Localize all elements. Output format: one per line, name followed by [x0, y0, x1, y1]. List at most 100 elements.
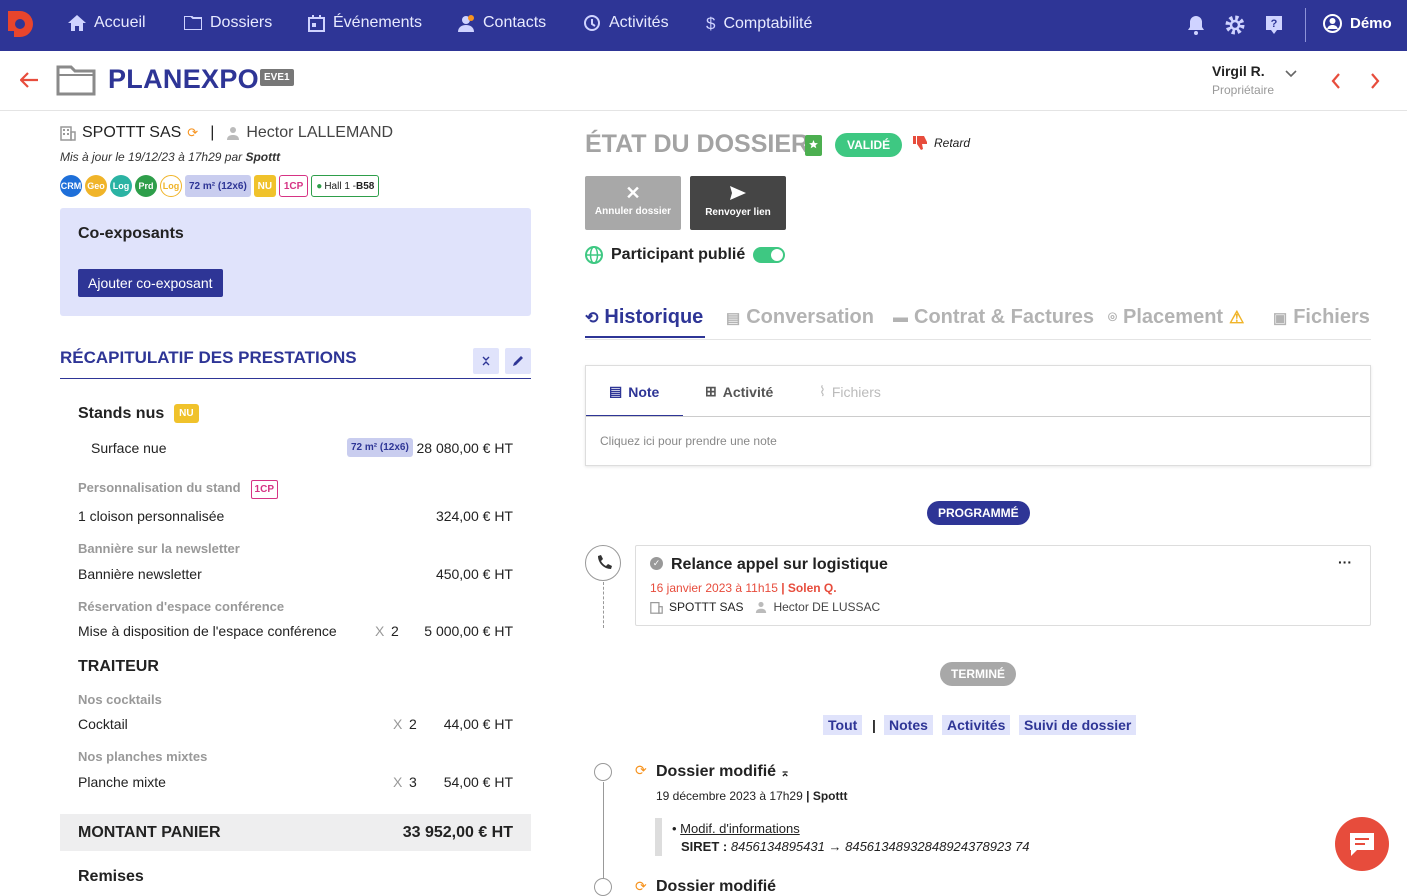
- tab-contract[interactable]: ▬ Contrat & Factures: [893, 306, 1094, 329]
- check-circle-icon: ✓: [650, 557, 663, 570]
- person-icon: [756, 601, 767, 613]
- owner-selector[interactable]: Virgil R. Propriétaire: [1212, 63, 1274, 97]
- note-input[interactable]: Cliquez ici pour prendre une note: [600, 434, 777, 448]
- discounts-section: Remises: [78, 868, 144, 885]
- contact-name[interactable]: Hector LALLEMAND: [246, 124, 393, 142]
- filter-notes[interactable]: Notes: [884, 715, 933, 735]
- next-icon[interactable]: [1370, 73, 1380, 89]
- status-badge[interactable]: VALIDÉ: [835, 133, 903, 157]
- task-date: 16 janvier 2023 à 11h15 | Solen Q.: [650, 581, 837, 595]
- tab-bar: ⟲ Historique ▤ Conversation ▬ Contrat & Fac…: [585, 306, 1371, 340]
- chevron-down-icon[interactable]: [1285, 70, 1297, 78]
- published-toggle[interactable]: [753, 247, 786, 263]
- stands-section: Stands nus NU: [78, 404, 513, 423]
- tab-historique[interactable]: ⟲ Historique: [585, 306, 703, 329]
- image-icon: ▣: [1273, 309, 1288, 327]
- category-banner: Bannière sur la newsletter: [78, 541, 240, 556]
- building-icon: [60, 126, 76, 141]
- star-icon[interactable]: [805, 135, 822, 156]
- gear-icon[interactable]: [1225, 15, 1245, 35]
- collapse-icon[interactable]: ⌅: [780, 767, 789, 779]
- filter-tracking[interactable]: Suivi de dossier: [1019, 715, 1137, 735]
- nav-contacts[interactable]: Contacts: [457, 14, 546, 32]
- category-perso: Personnalisation du stand 1CP: [78, 480, 513, 499]
- siret-change: SIRET : 8456134895431 → 8456134893284892…: [681, 839, 1030, 854]
- user-menu[interactable]: Démo: [1323, 14, 1392, 33]
- help-icon[interactable]: ?: [1264, 15, 1284, 35]
- done-pill: TERMINÉ: [940, 662, 1016, 686]
- badge-prd[interactable]: Prd: [135, 175, 157, 197]
- chat-icon: [1350, 833, 1374, 856]
- task-title: Relance appel sur logistique: [671, 556, 888, 573]
- history-icon: ⟲: [585, 309, 599, 327]
- owner-role: Propriétaire: [1212, 83, 1275, 97]
- note-icon: ▤: [609, 383, 623, 399]
- active-tab-indicator: [585, 336, 705, 338]
- tab-placement[interactable]: ⌾ Placement ⚠: [1108, 306, 1244, 329]
- badge-log-pending[interactable]: Log: [160, 175, 182, 197]
- dollar-icon: $: [706, 14, 716, 33]
- collapse-button[interactable]: [473, 348, 499, 374]
- files-tab[interactable]: ⌇ Fichiers: [819, 383, 881, 400]
- app-logo[interactable]: [6, 9, 36, 39]
- task-meta: SPOTTT SAS Hector DE LUSSAC: [650, 600, 880, 614]
- sync-icon: ⟳: [187, 125, 199, 140]
- badge-crm[interactable]: CRM: [60, 175, 82, 197]
- badge-geo[interactable]: Geo: [85, 175, 107, 197]
- filter-activities[interactable]: Activités: [942, 715, 1011, 735]
- timeline-line: [603, 782, 604, 888]
- pin-icon: ⌾: [1108, 309, 1118, 326]
- line-banner: Bannière newsletter 450,00 € HT: [78, 566, 513, 582]
- collapse-icon: [482, 356, 490, 366]
- tab-files[interactable]: ▣ Fichiers: [1273, 306, 1370, 329]
- company-line: SPOTTT SAS ⟳ | Hector LALLEMAND: [60, 124, 393, 142]
- line-surface: Surface nue 72 m² (12x6) 28 080,00 € HT: [91, 438, 513, 457]
- page-header: PLANEXPO EVE1 Virgil R. Propriétaire: [0, 51, 1407, 111]
- chat-button[interactable]: [1335, 817, 1389, 871]
- resend-link-button[interactable]: Renvoyer lien: [690, 176, 786, 230]
- previous-icon[interactable]: [1331, 73, 1341, 89]
- add-icon: ⊞: [705, 383, 717, 399]
- nav-folders[interactable]: Dossiers: [184, 14, 272, 32]
- category-cocktails: Nos cocktails: [78, 692, 162, 707]
- nav-events[interactable]: Événements: [308, 14, 422, 32]
- contact-icon: [458, 14, 474, 32]
- tab-conversation[interactable]: ▤ Conversation: [726, 306, 874, 329]
- modified-title-2: Dossier modifié: [656, 878, 777, 895]
- top-navbar: Accueil Dossiers Événements Contacts Act…: [0, 0, 1407, 51]
- nav-accounting[interactable]: $ Comptabilité: [706, 14, 812, 34]
- activity-tab[interactable]: ⊞ Activité: [705, 383, 773, 400]
- bell-icon[interactable]: [1186, 15, 1206, 35]
- timeline-line: [603, 582, 604, 628]
- coexhibitors-title: Co-exposants: [78, 225, 184, 242]
- badge-log[interactable]: Log: [110, 175, 132, 197]
- page-title: PLANEXPO: [108, 64, 259, 94]
- hall-tag[interactable]: ● Hall 1 - B58: [311, 175, 380, 197]
- nav-activities[interactable]: Activités: [583, 14, 669, 32]
- edit-button[interactable]: [505, 348, 531, 374]
- back-arrow-icon[interactable]: [20, 72, 38, 88]
- category-planches: Nos planches mixtes: [78, 749, 208, 764]
- chat-icon: ▤: [726, 309, 741, 327]
- pin-icon: ●: [316, 180, 323, 192]
- coexhibitors-panel: Co-exposants Ajouter co-exposant: [60, 208, 531, 316]
- divider: [60, 378, 531, 379]
- nav-home[interactable]: Accueil: [68, 14, 146, 32]
- more-icon[interactable]: ···: [1338, 554, 1352, 570]
- category-conference: Réservation d'espace conférence: [78, 599, 285, 614]
- sync-icon: ⟳: [635, 878, 647, 894]
- status-heading: ÉTAT DU DOSSIER: [585, 130, 810, 158]
- separator: |: [210, 124, 215, 141]
- modification-link[interactable]: • Modif. d'informations: [672, 821, 800, 836]
- company-name[interactable]: SPOTTT SAS: [82, 124, 181, 142]
- event-code-badge: EVE1: [260, 69, 294, 86]
- filter-all[interactable]: Tout: [823, 715, 863, 735]
- task-card[interactable]: ✓ Relance appel sur logistique ··· 16 ja…: [635, 545, 1371, 626]
- calendar-icon: [308, 14, 325, 32]
- add-coexhibitor-button[interactable]: Ajouter co-exposant: [78, 269, 223, 297]
- note-tab[interactable]: ▤ Note: [609, 383, 659, 400]
- history-icon: [584, 15, 600, 31]
- surface-chip: 72 m² (12x6): [347, 438, 413, 457]
- cancel-folder-button[interactable]: ✕ Annuler dossier: [585, 176, 681, 230]
- svg-text:?: ?: [1271, 18, 1278, 30]
